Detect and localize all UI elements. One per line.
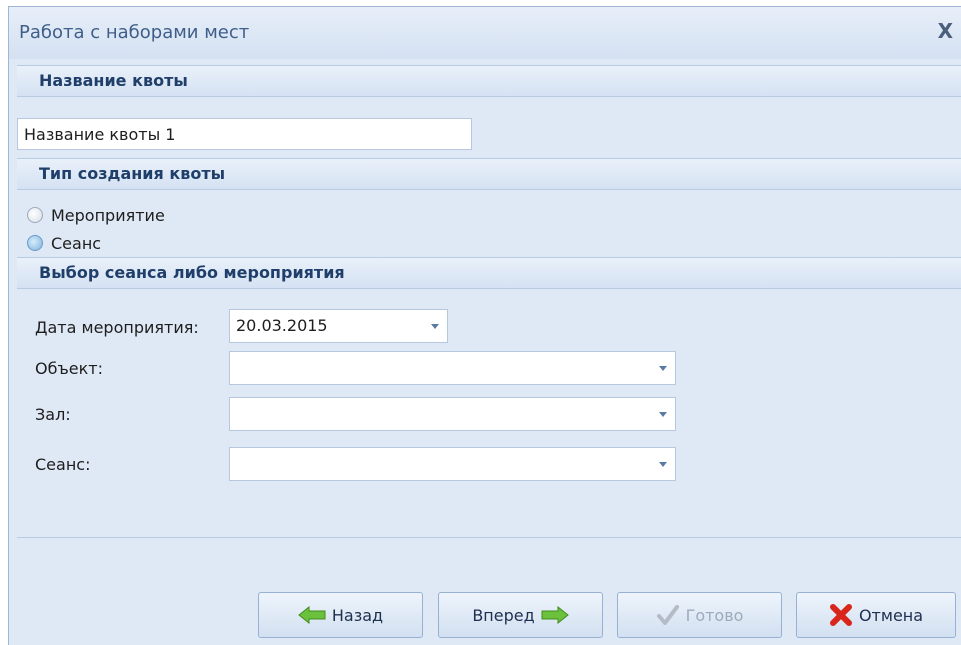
arrow-right-icon <box>541 606 569 624</box>
next-button[interactable]: Вперед <box>438 592 603 638</box>
object-dropdown[interactable] <box>229 351 676 385</box>
chevron-down-icon[interactable] <box>659 366 667 371</box>
done-button[interactable]: Готово <box>617 592 782 638</box>
radio-session-label: Сеанс <box>51 233 102 253</box>
object-label: Объект: <box>35 359 103 378</box>
radio-event[interactable] <box>27 207 43 223</box>
quota-name-section-header: Название квоты <box>17 65 961 97</box>
done-button-label: Готово <box>685 605 744 625</box>
dialog-window: Работа с наборами мест X Название квоты … <box>8 6 961 645</box>
back-button-label: Назад <box>331 605 384 625</box>
hall-dropdown[interactable] <box>229 397 676 431</box>
event-date-value: 20.03.2015 <box>236 316 328 335</box>
radio-event-label: Мероприятие <box>51 205 165 225</box>
creation-type-header-label: Тип создания квоты <box>39 164 226 183</box>
window-title: Работа с наборами мест <box>19 22 250 43</box>
session-dropdown[interactable] <box>229 447 676 481</box>
hall-label: Зал: <box>35 405 71 424</box>
back-button[interactable]: Назад <box>258 592 423 638</box>
close-button[interactable]: X <box>938 19 953 43</box>
event-date-label: Дата мероприятия: <box>35 318 199 337</box>
title-bar: Работа с наборами мест X <box>9 7 961 59</box>
chevron-down-icon[interactable] <box>659 462 667 467</box>
cancel-button-label: Отмена <box>858 605 924 625</box>
checkmark-icon <box>656 605 679 625</box>
arrow-left-icon <box>298 606 326 624</box>
chevron-down-icon[interactable] <box>659 412 667 417</box>
selection-section-header: Выбор сеанса либо мероприятия <box>17 257 961 289</box>
cancel-button[interactable]: Отмена <box>796 592 956 638</box>
selection-header-label: Выбор сеанса либо мероприятия <box>39 263 345 282</box>
next-button-label: Вперед <box>472 605 535 625</box>
quota-name-header-label: Название квоты <box>39 71 188 90</box>
radio-session[interactable] <box>27 235 43 251</box>
creation-type-section-header: Тип создания квоты <box>17 158 961 190</box>
radio-option-event[interactable]: Мероприятие <box>27 203 165 227</box>
red-x-icon <box>829 604 852 626</box>
session-label: Сеанс: <box>35 455 91 474</box>
chevron-down-icon[interactable] <box>431 324 439 329</box>
radio-option-session[interactable]: Сеанс <box>27 231 101 255</box>
event-date-dropdown[interactable]: 20.03.2015 <box>229 309 448 343</box>
quota-name-input[interactable] <box>17 118 472 150</box>
